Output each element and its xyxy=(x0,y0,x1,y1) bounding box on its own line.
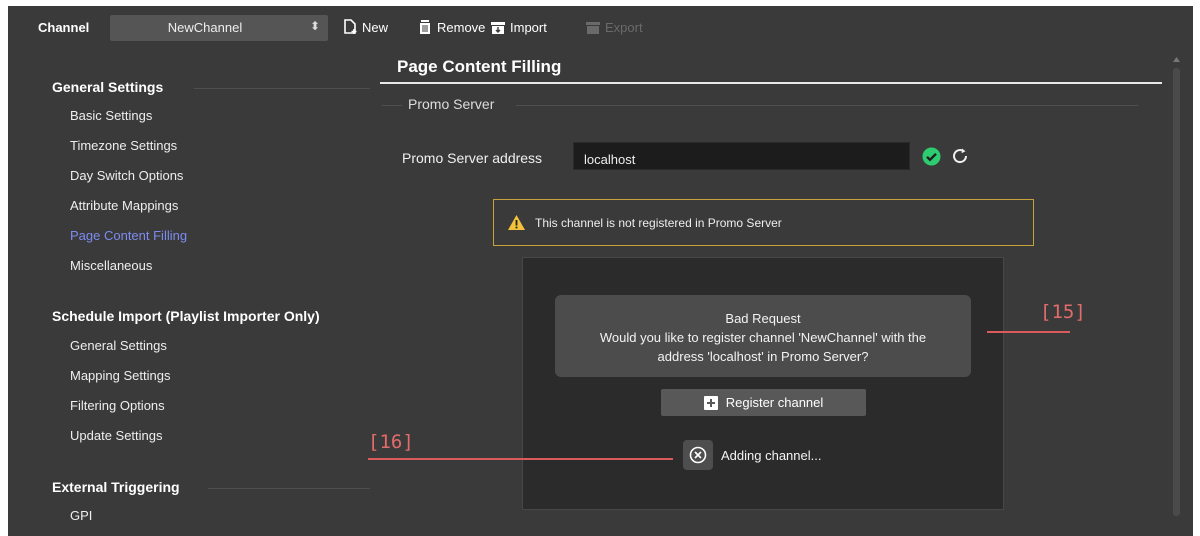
channel-select-value: NewChannel xyxy=(167,20,243,35)
sidebar-item-attribute-mappings[interactable]: Attribute Mappings xyxy=(70,198,178,213)
new-channel-button[interactable]: New xyxy=(342,16,388,38)
channel-select[interactable]: NewChannel ⬍ xyxy=(110,15,328,41)
message-line-2: Would you like to register channel 'NewC… xyxy=(599,330,927,345)
new-label: New xyxy=(362,19,389,35)
group-divider xyxy=(516,105,1138,106)
refresh-icon[interactable] xyxy=(950,146,970,166)
sidebar-item-mapping-settings[interactable]: Mapping Settings xyxy=(70,368,170,383)
import-button[interactable]: Import xyxy=(490,16,547,38)
section-general-settings: General Settings xyxy=(52,79,164,95)
sidebar-item-gpi[interactable]: GPI xyxy=(70,508,92,523)
section-divider xyxy=(208,488,370,489)
plus-icon xyxy=(703,395,718,410)
page-title: Page Content Filling xyxy=(397,57,562,76)
scrollbar-thumb[interactable] xyxy=(1173,68,1180,516)
annotation-label-16: [16] xyxy=(368,431,414,453)
select-arrows-icon: ⬍ xyxy=(309,19,320,33)
export-icon xyxy=(586,22,600,34)
annotation-label-15: [15] xyxy=(1040,301,1086,323)
promo-server-group-title: Promo Server xyxy=(408,96,495,112)
warning-box: This channel is not registered in Promo … xyxy=(493,199,1034,246)
adding-channel-label: Adding channel... xyxy=(721,447,822,463)
remove-channel-button[interactable]: Remove xyxy=(417,16,485,38)
sidebar-item-update-settings[interactable]: Update Settings xyxy=(70,428,163,443)
close-circle-icon xyxy=(689,446,707,464)
import-label: Import xyxy=(510,19,547,35)
vertical-scrollbar[interactable] xyxy=(1170,48,1183,536)
annotation-line-16 xyxy=(368,458,673,460)
check-circle-icon xyxy=(922,147,941,166)
trash-icon xyxy=(420,20,430,34)
section-divider xyxy=(194,88,370,89)
register-channel-label: Register channel xyxy=(725,395,824,410)
section-schedule-import: Schedule Import (Playlist Importer Only) xyxy=(52,308,320,324)
group-divider xyxy=(382,105,402,106)
sidebar-item-timezone-settings[interactable]: Timezone Settings xyxy=(70,138,177,153)
sidebar-item-filtering-options[interactable]: Filtering Options xyxy=(70,398,165,413)
export-button[interactable]: Export xyxy=(585,16,643,38)
annotation-line-15 xyxy=(987,331,1070,333)
register-channel-button[interactable]: Register channel xyxy=(661,389,866,416)
sidebar-item-day-switch-options[interactable]: Day Switch Options xyxy=(70,168,183,183)
message-bubble: Bad Request Would you like to register c… xyxy=(555,295,971,377)
remove-label: Remove xyxy=(437,19,486,35)
sidebar-item-page-content-filling[interactable]: Page Content Filling xyxy=(70,228,187,243)
new-document-icon xyxy=(344,19,357,34)
promo-server-address-input[interactable]: localhost xyxy=(573,142,910,170)
message-line-1: Bad Request xyxy=(725,311,801,326)
sidebar-item-miscellaneous[interactable]: Miscellaneous xyxy=(70,258,152,273)
message-line-3: address 'localhost' in Promo Server? xyxy=(657,349,869,364)
sidebar-item-basic-settings[interactable]: Basic Settings xyxy=(70,108,152,123)
adding-channel-status: Adding channel... xyxy=(683,440,821,470)
scroll-up-icon xyxy=(1173,57,1180,62)
channel-label: Channel xyxy=(38,20,90,35)
section-external-triggering: External Triggering xyxy=(52,479,180,495)
sidebar-item-import-general-settings[interactable]: General Settings xyxy=(70,338,167,353)
export-label: Export xyxy=(605,19,643,35)
warning-text: This channel is not registered in Promo … xyxy=(535,216,782,230)
title-underline xyxy=(380,82,1162,84)
promo-server-address-label: Promo Server address xyxy=(402,150,543,166)
app-window: Channel NewChannel ⬍ New Remove Import E… xyxy=(8,6,1193,536)
warning-icon xyxy=(508,215,525,230)
cancel-button[interactable] xyxy=(683,440,713,470)
import-icon xyxy=(491,22,505,34)
